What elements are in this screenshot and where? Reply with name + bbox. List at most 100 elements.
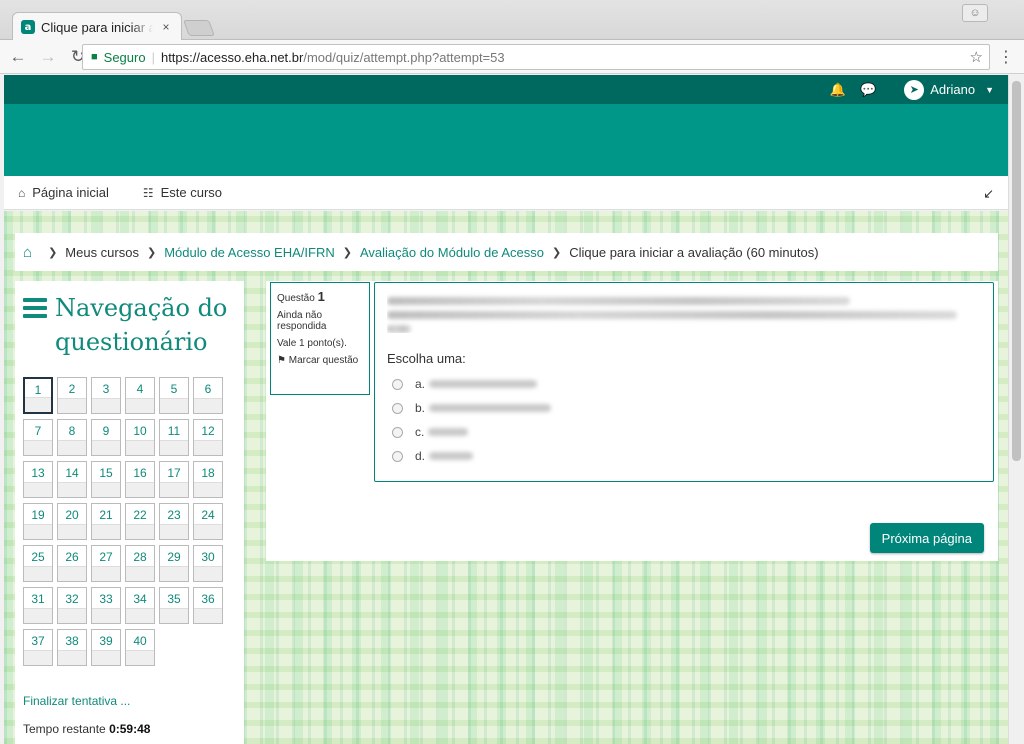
page-scrollbar[interactable] <box>1008 75 1024 744</box>
answer-text-blurred <box>428 428 469 436</box>
forward-icon[interactable]: → <box>36 47 60 67</box>
question-nav-button[interactable]: 15 <box>91 461 121 498</box>
question-nav-button[interactable]: 34 <box>125 587 155 624</box>
breadcrumb-assessment[interactable]: Avaliação do Módulo de Acesso <box>360 245 544 260</box>
question-info-box: Questão 1 Ainda não respondida Vale 1 po… <box>270 282 370 395</box>
site-topbar: 🔔 💬 ➤ Adriano ▼ <box>4 75 1008 104</box>
question-nav-button[interactable]: 29 <box>159 545 189 582</box>
tab-title: Clique para iniciar a avaliação (60 minu… <box>41 19 153 35</box>
messages-icon[interactable]: 💬 <box>860 82 876 98</box>
answer-text-blurred <box>429 380 538 388</box>
browser-toolbar: ← → ↻ ■ Seguro | https://acesso.eha.net.… <box>0 40 1024 74</box>
question-nav-button[interactable]: 19 <box>23 503 53 540</box>
user-name: Adriano <box>930 82 976 97</box>
profile-icon[interactable]: ☺ <box>962 4 988 22</box>
question-nav-button[interactable]: 6 <box>193 377 223 414</box>
bookmark-star-icon[interactable]: ☆ <box>970 48 983 66</box>
flag-icon: ⚑ <box>277 355 286 366</box>
question-nav-button[interactable]: 31 <box>23 587 53 624</box>
compress-icon[interactable]: ↙ <box>983 186 994 202</box>
question-nav-button[interactable]: 37 <box>23 629 53 666</box>
nav-home-label: Página inicial <box>32 185 109 200</box>
user-menu[interactable]: ➤ Adriano ▼ <box>904 79 994 100</box>
browser-tab[interactable]: a Clique para iniciar a avaliação (60 mi… <box>12 12 182 41</box>
question-number: Questão 1 <box>277 289 363 304</box>
quiz-navigation-title: Navegação do questionário <box>55 294 228 356</box>
question-nav-button[interactable]: 39 <box>91 629 121 666</box>
question-nav-button[interactable]: 24 <box>193 503 223 540</box>
question-nav-button[interactable]: 28 <box>125 545 155 582</box>
question-nav-button[interactable]: 38 <box>57 629 87 666</box>
answer-option[interactable]: d. <box>387 444 981 468</box>
notifications-bell-icon[interactable]: 🔔 <box>830 82 846 98</box>
breadcrumb-module[interactable]: Módulo de Acesso EHA/IFRN <box>164 245 335 260</box>
question-nav-button[interactable]: 5 <box>159 377 189 414</box>
question-nav-button[interactable]: 11 <box>159 419 189 456</box>
answer-radio[interactable] <box>392 378 403 390</box>
question-nav-button[interactable]: 8 <box>57 419 87 456</box>
nav-course-link[interactable]: ☷ Este curso <box>143 185 222 200</box>
question-nav-button[interactable]: 20 <box>57 503 87 540</box>
answer-options: a. b. c. d. <box>387 372 981 468</box>
question-button-grid: 1 2 3 4 5 6 7 8 9 10 11 12 13 14 15 16 17 18 19 20 21 22 23 24 2… <box>23 377 236 666</box>
breadcrumb: ⌂ ❯ Meus cursos ❯ Módulo de Acesso EHA/I… <box>15 233 998 271</box>
question-nav-button[interactable]: 12 <box>193 419 223 456</box>
breadcrumb-my-courses[interactable]: Meus cursos <box>65 245 139 260</box>
question-nav-button[interactable]: 40 <box>125 629 155 666</box>
question-nav-button[interactable]: 13 <box>23 461 53 498</box>
nav-home-link[interactable]: ⌂ Página inicial <box>18 185 109 200</box>
question-nav-button[interactable]: 35 <box>159 587 189 624</box>
question-nav-button[interactable]: 32 <box>57 587 87 624</box>
address-bar[interactable]: ■ Seguro | https://acesso.eha.net.br /mo… <box>82 44 990 70</box>
back-icon[interactable]: ← <box>6 47 30 67</box>
breadcrumb-separator-icon: ❯ <box>146 246 157 259</box>
answer-option[interactable]: b. <box>387 396 981 420</box>
answer-radio[interactable] <box>392 426 403 438</box>
site-navbar: ⌂ Página inicial ☷ Este curso ↙ <box>4 176 1008 210</box>
question-nav-button[interactable]: 25 <box>23 545 53 582</box>
answer-option[interactable]: c. <box>387 420 981 444</box>
question-nav-button[interactable]: 10 <box>125 419 155 456</box>
question-nav-button[interactable]: 3 <box>91 377 121 414</box>
question-nav-button[interactable]: 7 <box>23 419 53 456</box>
next-page-button[interactable]: Próxima página <box>869 523 984 553</box>
question-number-value: 1 <box>317 289 325 304</box>
breadcrumb-home-icon[interactable]: ⌂ <box>23 244 32 261</box>
new-tab-button[interactable] <box>183 20 215 36</box>
question-nav-button[interactable]: 27 <box>91 545 121 582</box>
question-nav-button[interactable]: 1 <box>23 377 53 414</box>
answer-option[interactable]: a. <box>387 372 981 396</box>
breadcrumb-current: Clique para iniciar a avaliação (60 minu… <box>569 244 819 260</box>
browser-tabstrip: a Clique para iniciar a avaliação (60 mi… <box>0 0 1024 41</box>
question-nav-button[interactable]: 26 <box>57 545 87 582</box>
answer-radio[interactable] <box>392 450 403 462</box>
question-marks: Vale 1 ponto(s). <box>277 338 347 349</box>
answer-radio[interactable] <box>392 402 403 414</box>
secure-label: Seguro <box>103 49 146 65</box>
question-nav-button[interactable]: 9 <box>91 419 121 456</box>
lock-icon: ■ <box>91 51 98 63</box>
flag-question-button[interactable]: ⚑ Marcar questão <box>277 355 363 366</box>
question-nav-button[interactable]: 18 <box>193 461 223 498</box>
question-nav-button[interactable]: 33 <box>91 587 121 624</box>
question-nav-button[interactable]: 17 <box>159 461 189 498</box>
question-nav-button[interactable]: 21 <box>91 503 121 540</box>
question-nav-button[interactable]: 2 <box>57 377 87 414</box>
site-banner <box>4 104 1008 176</box>
url-path: /mod/quiz/attempt.php?attempt=53 <box>303 49 505 65</box>
question-text-blurred <box>387 291 981 333</box>
breadcrumb-separator-icon: ❯ <box>342 246 352 259</box>
hamburger-icon[interactable] <box>23 298 47 322</box>
close-tab-icon[interactable]: × <box>159 20 173 34</box>
menu-icon[interactable]: ⋮ <box>998 47 1014 67</box>
question-nav-button[interactable]: 16 <box>125 461 155 498</box>
question-nav-button[interactable]: 36 <box>193 587 223 624</box>
question-nav-button[interactable]: 23 <box>159 503 189 540</box>
finish-attempt-link[interactable]: Finalizar tentativa ... <box>23 694 236 708</box>
question-nav-button[interactable]: 30 <box>193 545 223 582</box>
question-nav-button[interactable]: 4 <box>125 377 155 414</box>
question-nav-button[interactable]: 14 <box>57 461 87 498</box>
question-nav-button[interactable]: 22 <box>125 503 155 540</box>
scrollbar-thumb[interactable] <box>1012 81 1021 461</box>
choose-one-label: Escolha uma: <box>387 351 466 366</box>
